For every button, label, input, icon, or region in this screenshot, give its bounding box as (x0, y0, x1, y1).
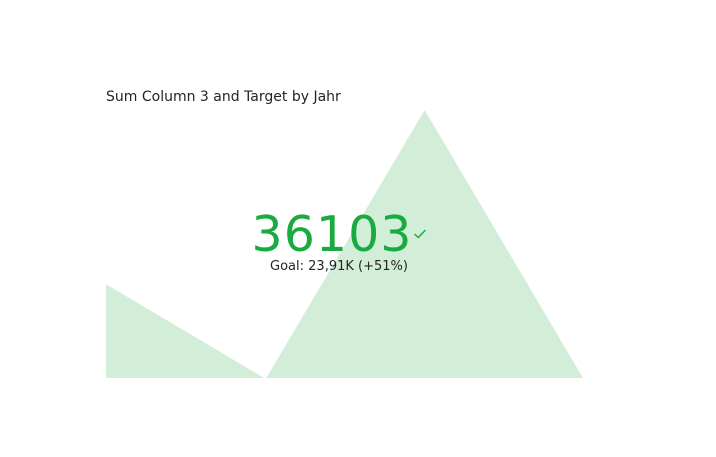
kpi-block: 36103 Goal: 23,91K (+51%) (234, 206, 444, 274)
kpi-row: 36103 (252, 206, 427, 263)
kpi-visual[interactable]: Sum Column 3 and Target by Jahr 36103 Go… (0, 0, 716, 457)
trend-area-segment (106, 284, 265, 378)
check-icon (414, 229, 427, 239)
kpi-value: 36103 (251, 206, 413, 263)
